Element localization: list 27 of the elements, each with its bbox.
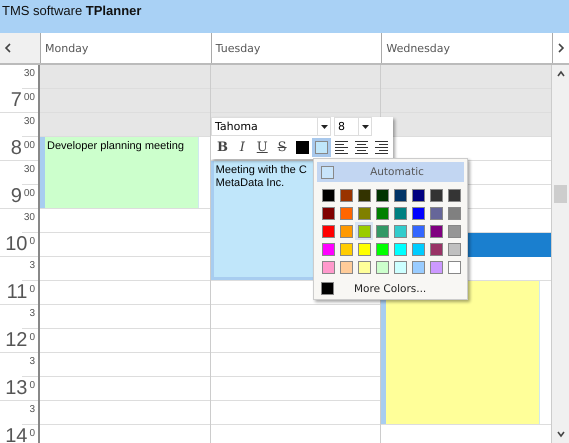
hour-label: 7 [10, 89, 23, 111]
minute-label: 30 [24, 164, 35, 175]
hour-label: 9 [10, 185, 23, 207]
minute-label: 0 [29, 332, 35, 343]
minute-label: 00 [24, 188, 35, 199]
minute-label: 30 [24, 116, 35, 127]
hour-label: 11 [6, 281, 28, 303]
window-title: TMS software TPlanner [0, 0, 569, 33]
hour-label: 12 [4, 329, 28, 351]
minute-label: 3 [29, 404, 35, 415]
minute-label: 0 [29, 284, 35, 295]
minute-label: 30 [24, 212, 35, 223]
hour-label: 14 [4, 425, 28, 443]
day-header: Tuesday [210, 33, 382, 63]
minute-label: 0 [29, 428, 35, 439]
minute-label: 3 [29, 308, 35, 319]
minute-label: 00 [24, 92, 35, 103]
minute-label: 0 [29, 236, 35, 247]
minute-label: 0 [29, 380, 35, 391]
day-header: Monday [40, 33, 211, 63]
minute-label: 30 [24, 68, 35, 79]
hour-label: 8 [10, 137, 23, 159]
minute-label: 3 [29, 260, 35, 271]
hour-label: 10 [4, 233, 28, 255]
hour-label: 13 [4, 377, 28, 399]
minute-label: 00 [24, 140, 35, 151]
minute-label: 3 [29, 356, 35, 367]
